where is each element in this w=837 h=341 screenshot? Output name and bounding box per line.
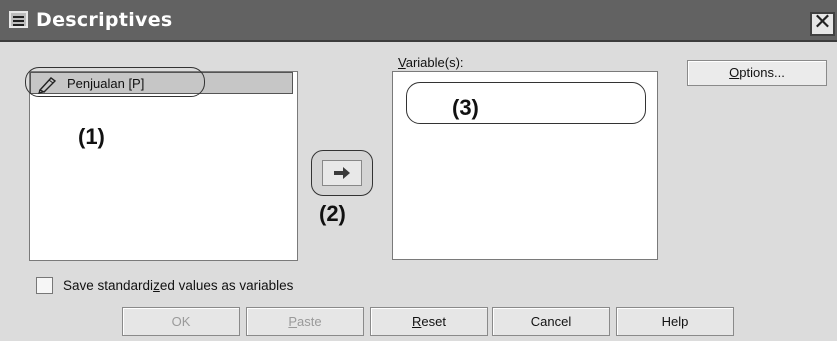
paste-accesskey: P [288,314,298,329]
checkbox-label-post: ed values as variables [159,278,294,293]
annotation-circle-1 [25,67,205,97]
arrow-right-icon [334,167,350,179]
reset-label: eset [421,314,446,329]
save-standardized-label: Save standardized values as variables [63,278,293,293]
reset-button[interactable]: Reset [370,307,488,336]
move-to-variables-button[interactable] [311,150,373,196]
paste-label: aste [297,314,322,329]
save-standardized-checkbox[interactable] [36,277,53,294]
options-label: ptions... [739,65,785,80]
paste-button[interactable]: Paste [246,307,364,336]
variables-label-accesskey: V [398,55,406,70]
reset-accesskey: R [412,314,422,329]
annotation-circle-3 [406,82,646,124]
window-title: Descriptives [36,9,173,31]
cancel-button[interactable]: Cancel [492,307,610,336]
marker-1: (1) [78,124,105,149]
descriptives-window-icon [9,11,28,28]
marker-3: (3) [452,95,479,120]
close-button[interactable]: ✕ [810,12,835,36]
options-button[interactable]: Options... [687,60,827,86]
variables-label: Variable(s): [398,55,464,70]
ok-button[interactable]: OK [122,307,240,336]
title-bar: Descriptives ✕ [0,0,837,42]
variables-label-text: ariable(s): [405,55,464,70]
help-button[interactable]: Help [616,307,734,336]
checkbox-label-accesskey: z [153,278,160,293]
checkbox-label-pre: Save standardi [63,278,154,293]
arrow-button-face [322,160,362,186]
options-accesskey: O [729,65,740,80]
marker-2: (2) [319,201,346,226]
source-variable-list[interactable]: Penjualan [P] [29,71,298,261]
